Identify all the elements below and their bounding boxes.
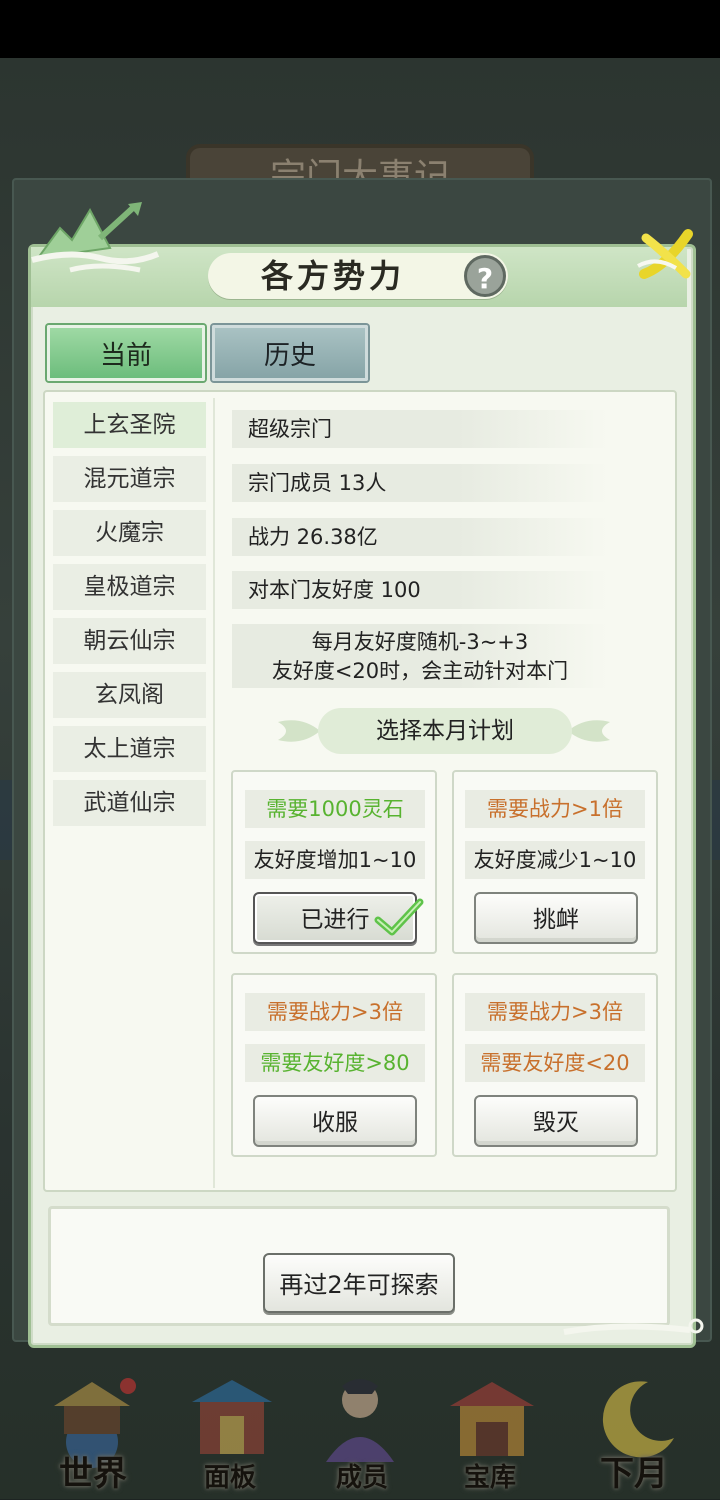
treasury-icon[interactable]: [444, 1372, 540, 1468]
nav-world-label[interactable]: 世界: [38, 1452, 148, 1496]
sect-item-wudao[interactable]: 武道仙宗: [53, 780, 206, 826]
plan-requirement: 需要战力>3倍: [465, 993, 645, 1031]
right-wing-deco-icon: [568, 720, 610, 742]
sect-item-xuanfeng[interactable]: 玄凤阁: [53, 672, 206, 718]
sect-members: 宗门成员 13人: [232, 464, 608, 502]
tab-history[interactable]: 历史: [212, 325, 368, 381]
content-divider: [213, 398, 215, 1188]
plan-effect: 需要友好度>80: [245, 1044, 425, 1082]
plan-requirement: 需要1000灵石: [245, 790, 425, 828]
panel-title: 各方势力: [260, 257, 405, 295]
plan-requirement: 需要战力>1倍: [465, 790, 645, 828]
checkmark-icon: [374, 898, 424, 936]
sect-friendship: 对本门友好度 100: [232, 571, 608, 609]
sect-power: 战力 26.38亿: [232, 518, 608, 556]
member-figure-icon[interactable]: [312, 1372, 408, 1468]
plan-requirement: 需要战力>3倍: [245, 993, 425, 1031]
plan-header: 选择本月计划: [318, 708, 572, 754]
plan-done-label: 已进行: [300, 907, 370, 933]
plan-effect: 友好度减少1~10: [465, 841, 645, 879]
nav-next-month-label[interactable]: 下月: [574, 1452, 694, 1496]
sect-item-huangji[interactable]: 皇极道宗: [53, 564, 206, 610]
panel-gate-icon[interactable]: [184, 1372, 280, 1468]
plan-effect: 需要友好度<20: [465, 1044, 645, 1082]
explore-button[interactable]: 再过2年可探索: [263, 1253, 455, 1313]
mountain-sword-deco-icon: [31, 202, 160, 273]
sect-rank: 超级宗门: [232, 410, 608, 448]
subdue-button[interactable]: 收服: [253, 1095, 417, 1147]
help-icon[interactable]: ?: [464, 255, 506, 297]
scroll-swirl-deco-icon: [563, 1318, 704, 1335]
sect-item-hunyuan[interactable]: 混元道宗: [53, 456, 206, 502]
friendship-note-line2: 友好度<20时，会主动针对本门: [271, 659, 569, 683]
nav-treasury-label[interactable]: 宝库: [440, 1456, 540, 1500]
nav-panel-label[interactable]: 面板: [180, 1456, 280, 1500]
friendship-note: 每月友好度随机-3~+3 友好度<20时，会主动针对本门: [232, 624, 608, 688]
sect-item-huomo[interactable]: 火魔宗: [53, 510, 206, 556]
plan-effect: 友好度增加1~10: [245, 841, 425, 879]
sect-item-taishang[interactable]: 太上道宗: [53, 726, 206, 772]
tab-current[interactable]: 当前: [47, 325, 205, 381]
destroy-button[interactable]: 毁灭: [474, 1095, 638, 1147]
sect-item-shangxuan[interactable]: 上玄圣院: [53, 402, 206, 448]
left-wing-deco-icon: [278, 720, 320, 742]
sect-item-chaoyun[interactable]: 朝云仙宗: [53, 618, 206, 664]
close-icon[interactable]: [636, 226, 696, 286]
provoke-button[interactable]: 挑衅: [474, 892, 638, 944]
friendship-note-line1: 每月友好度随机-3~+3: [311, 630, 529, 654]
nav-member-label[interactable]: 成员: [312, 1456, 412, 1500]
